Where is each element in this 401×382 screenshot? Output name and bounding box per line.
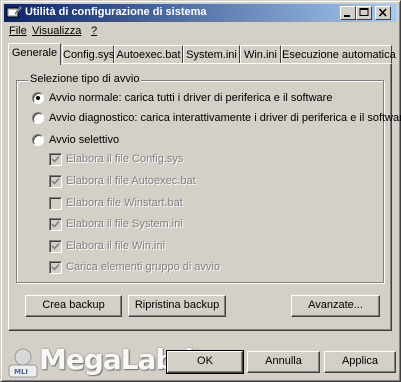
checkbox (49, 261, 62, 274)
checkmark-icon (51, 177, 60, 185)
system-config-window: Utilità di configurazione di sistema Fil… (0, 0, 401, 382)
tab-esecuzione-automatica[interactable]: Esecuzione automatica (281, 45, 396, 64)
checkmark-icon (51, 220, 60, 228)
checkbox (49, 240, 62, 253)
close-icon (378, 8, 387, 17)
msconfig-icon (6, 5, 22, 21)
ok-button[interactable]: OK (166, 350, 244, 374)
menu-bar: File Visualizza ? (4, 23, 397, 40)
svg-text:MLI: MLI (14, 368, 28, 376)
tab-config-sys[interactable]: Config.sys (62, 45, 114, 64)
megalab-logo-icon: MLI (8, 348, 38, 378)
radio-normal-label: Avvio normale: carica tutti i driver di … (49, 92, 333, 104)
checkmark-icon (51, 155, 60, 163)
close-button[interactable] (375, 6, 391, 20)
checkbox (49, 197, 62, 210)
maximize-button[interactable] (356, 6, 372, 20)
restore-backup-button[interactable]: Ripristina backup (128, 295, 226, 317)
cancel-button[interactable]: Annulla (247, 351, 320, 373)
menu-visualizza[interactable]: Visualizza (32, 25, 81, 37)
checkmark-icon (51, 263, 60, 271)
menu-help[interactable]: ? (91, 25, 97, 37)
radio-diagnostic-label: Avvio diagnostico: carica interattivamen… (49, 112, 401, 124)
radio-button[interactable] (32, 134, 44, 146)
tab-autoexec-bat[interactable]: Autoexec.bat (114, 45, 183, 64)
title-bar[interactable]: Utilità di configurazione di sistema (4, 4, 397, 22)
radio-button[interactable] (32, 112, 44, 124)
checkbox (49, 175, 62, 188)
tab-generale[interactable]: Generale (8, 43, 61, 65)
menu-file[interactable]: File (9, 25, 27, 37)
maximize-icon (359, 8, 369, 16)
minimize-button[interactable] (340, 6, 356, 20)
checkbox (49, 218, 62, 231)
radio-selective-label: Avvio selettivo (49, 134, 120, 146)
tab-win-ini[interactable]: Win.ini (240, 45, 281, 64)
checkmark-icon (51, 242, 60, 250)
apply-button[interactable]: Applica (324, 351, 396, 373)
tab-system-ini[interactable]: System.ini (183, 45, 240, 64)
megalab-watermark: MLI MegaLab.it (3, 341, 206, 381)
checkbox (49, 153, 62, 166)
minimize-icon (344, 15, 350, 17)
advanced-button[interactable]: Avanzate... (291, 295, 380, 317)
window-title: Utilità di configurazione di sistema (25, 6, 207, 18)
create-backup-button[interactable]: Crea backup (25, 295, 122, 317)
radio-button[interactable] (32, 92, 44, 104)
group-title: Selezione tipo di avvio (28, 73, 142, 85)
